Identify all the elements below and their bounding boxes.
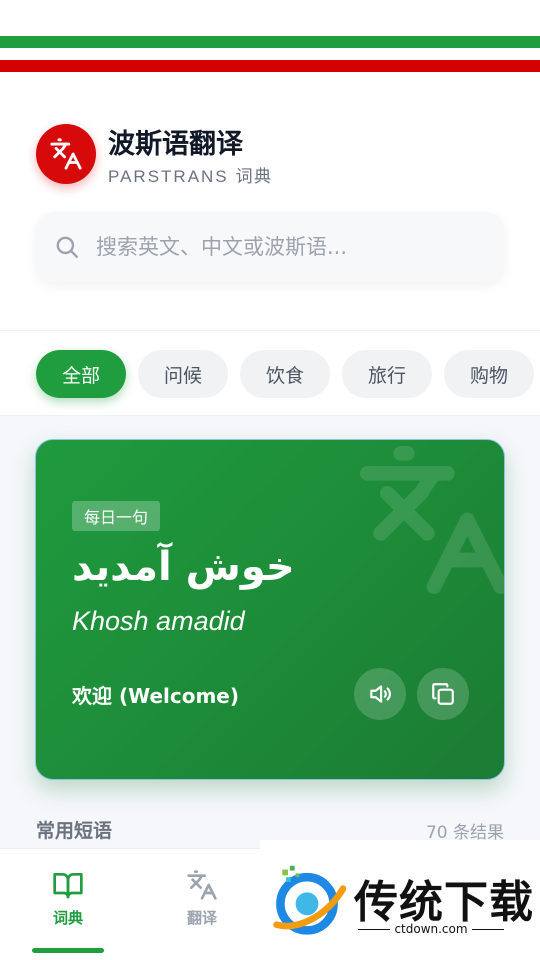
- app-title: 波斯语翻译: [108, 129, 243, 160]
- flag-stripe-green: [0, 36, 540, 48]
- nav-active-indicator: [32, 948, 104, 953]
- daily-farsi-text: خوش آمدید: [72, 544, 295, 590]
- translate-watermark-icon: [360, 446, 504, 594]
- search-input[interactable]: [96, 212, 486, 282]
- category-chip-travel[interactable]: 旅行: [342, 350, 432, 398]
- nav-label-translate: 翻译: [186, 909, 217, 927]
- watermark-logo-icon: [273, 865, 346, 935]
- app-logo: [36, 124, 96, 184]
- category-chip-greetings[interactable]: 问候: [138, 350, 228, 398]
- daily-phrase-card: 每日一句 خوش آمدید Khosh amadid 欢迎 (Welcome): [35, 439, 505, 780]
- copy-icon: [432, 683, 454, 705]
- watermark-brand-text: 传统下载: [354, 877, 534, 928]
- watermark-domain: ctdown.com: [354, 922, 508, 936]
- app-header: 波斯语翻译 PARSTRANS 词典: [0, 72, 540, 330]
- nav-label-dictionary: 词典: [52, 909, 83, 927]
- book-icon: [53, 873, 83, 899]
- speak-button[interactable]: [354, 668, 406, 720]
- nav-item-translate[interactable]: 翻译: [147, 869, 257, 939]
- app-subtitle: PARSTRANS 词典: [108, 162, 273, 187]
- search-bar[interactable]: [36, 212, 504, 282]
- section-title: 常用短语: [36, 820, 113, 842]
- main-content: 每日一句 خوش آمدید Khosh amadid 欢迎 (Welcome)…: [0, 416, 540, 850]
- category-chip-food[interactable]: 饮食: [240, 350, 330, 398]
- category-chip-all[interactable]: 全部: [36, 350, 126, 398]
- daily-badge: 每日一句: [72, 501, 161, 531]
- app-subtitle-cn: 词典: [235, 167, 273, 187]
- daily-meaning: 欢迎 (Welcome): [72, 684, 240, 708]
- app-subtitle-en: PARSTRANS: [108, 167, 229, 186]
- translate-icon: [187, 870, 217, 900]
- daily-transliteration: Khosh amadid: [72, 606, 245, 636]
- copy-button[interactable]: [417, 668, 469, 720]
- category-chip-shopping[interactable]: 购物: [444, 350, 534, 398]
- speaker-icon: [370, 685, 391, 703]
- site-watermark: 传统下载 ctdown.com: [260, 840, 540, 960]
- nav-item-dictionary[interactable]: 词典: [13, 869, 123, 939]
- flag-stripe-red: [0, 60, 540, 72]
- category-tabs: 全部 问候 饮食 旅行 购物: [0, 330, 540, 416]
- search-icon: [56, 236, 78, 258]
- translate-icon: [50, 138, 82, 170]
